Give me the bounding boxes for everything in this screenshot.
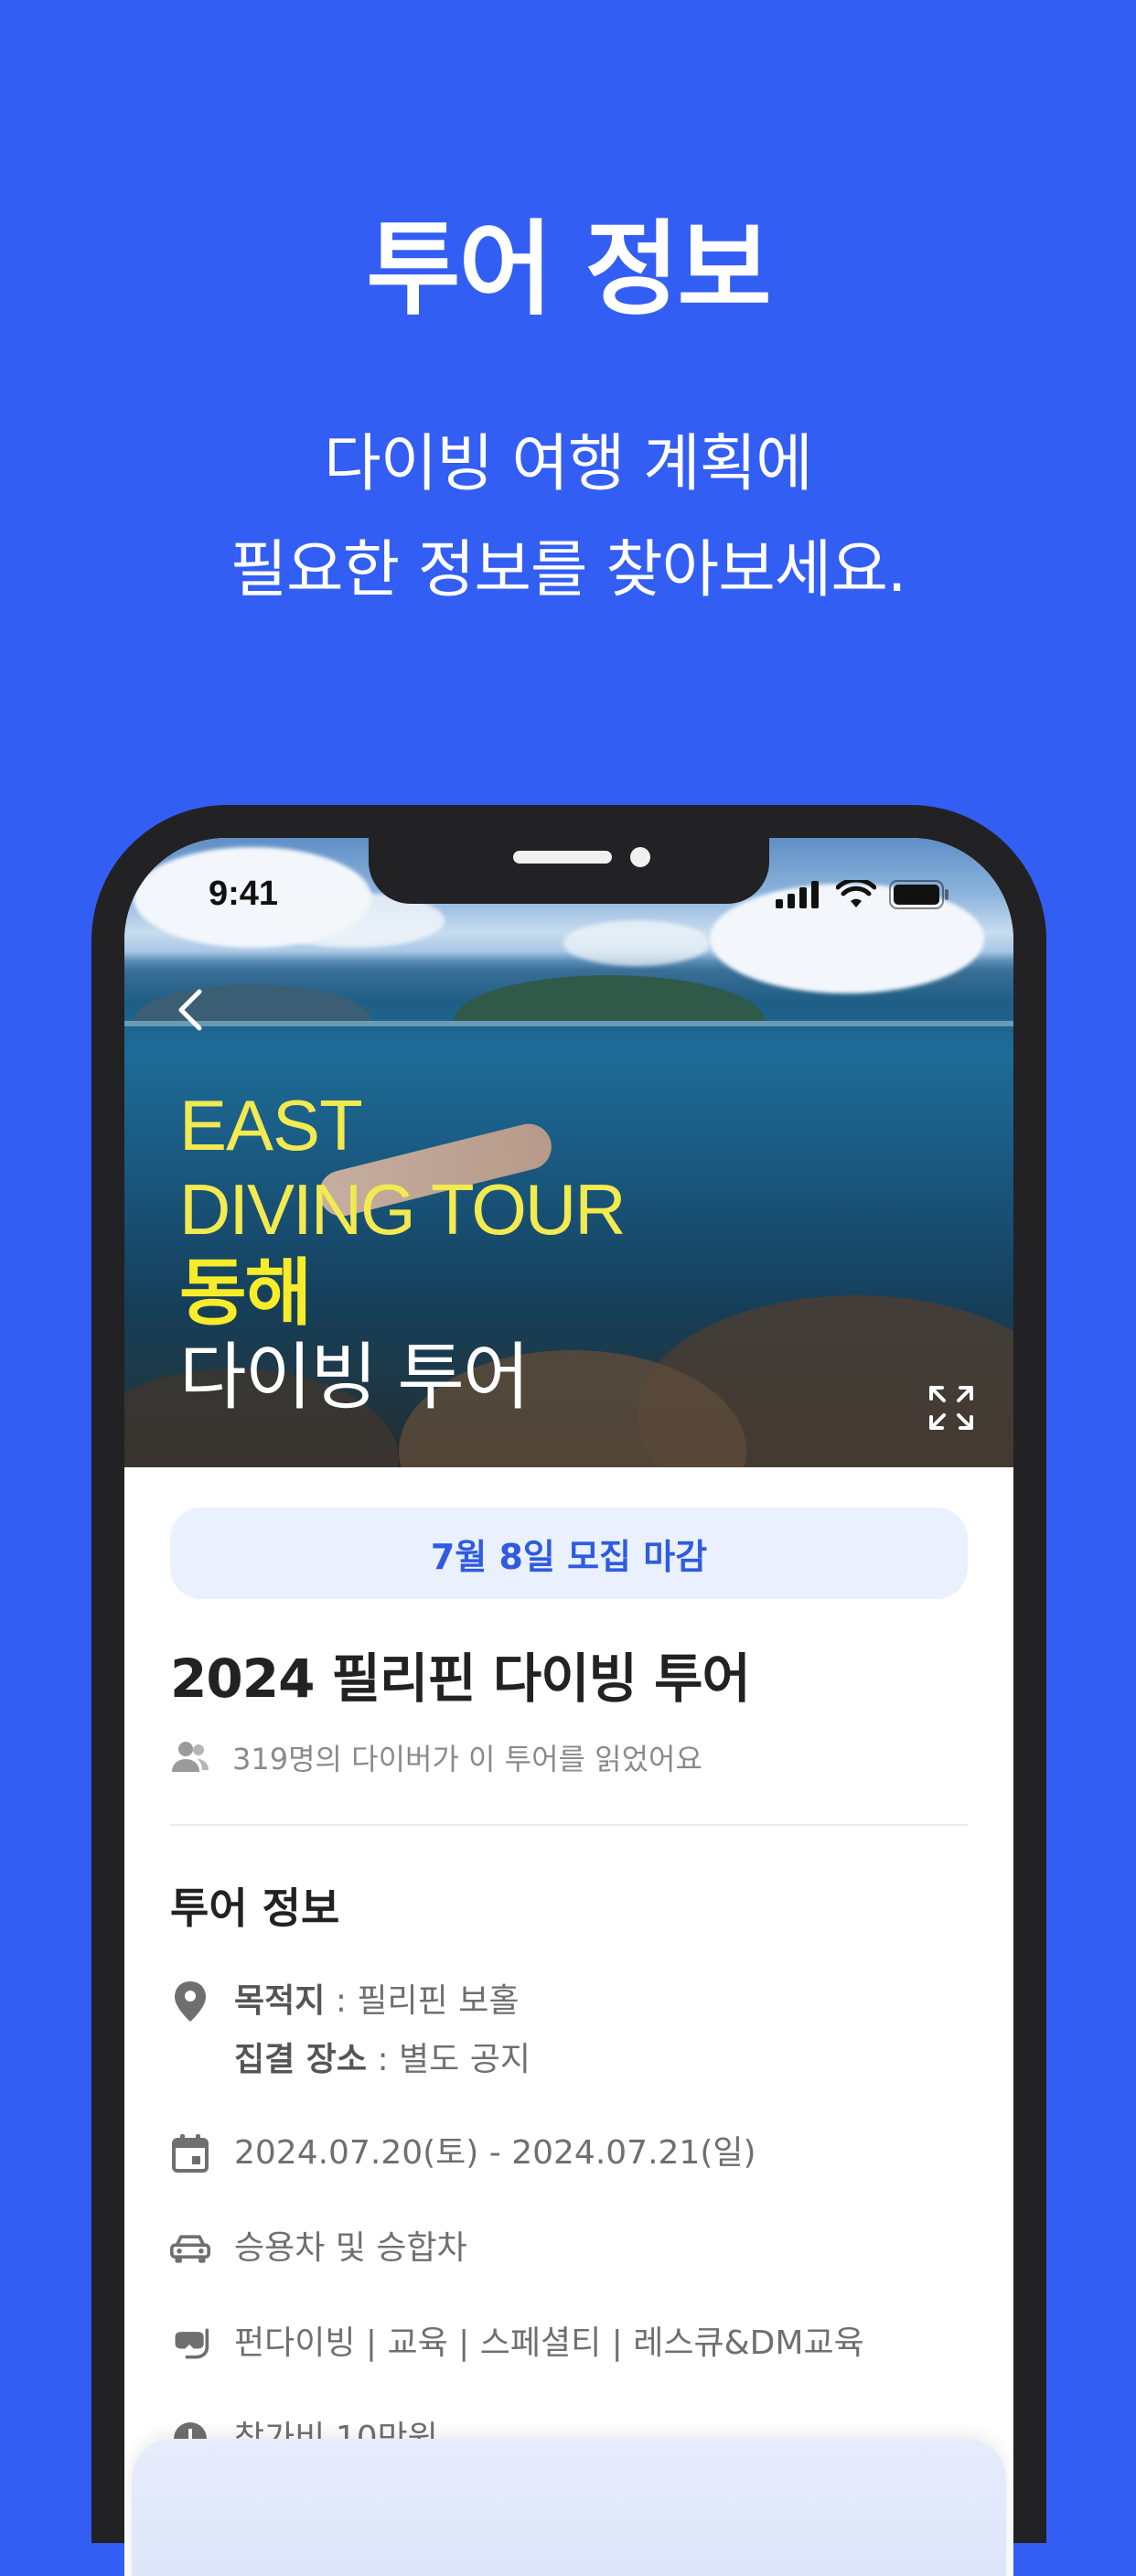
hero-line-diving-tour-ko: 다이빙 투어 xyxy=(179,1335,530,1420)
transport-row: 승용차 및 승합차 xyxy=(170,2219,968,2278)
tour-detail: 7월 8일 모집 마감 2024 필리핀 다이빙 투어 319명의 다이버가 이… xyxy=(170,1467,968,2468)
status-time: 9:41 xyxy=(209,875,279,913)
phone-notch xyxy=(369,838,769,904)
page-title: 투어 정보 xyxy=(366,210,771,329)
phone-frame: 9:41 EAST DIVING TOUR 동해 다이빙 투어 7월 8일 모집… xyxy=(91,805,1046,2576)
program-text: 펀다이빙 | 교육 | 스페셜티 | 레스큐&DM교육 xyxy=(234,2324,864,2362)
readers-count: 319명의 다이버가 이 투어를 읽었어요 xyxy=(170,1736,968,1778)
date-row: 2024.07.20(토) - 2024.07.21(일) xyxy=(170,2124,968,2183)
diving-mask-icon xyxy=(170,2314,210,2373)
readers-text: 319명의 다이버가 이 투어를 읽었어요 xyxy=(232,1742,702,1776)
waterline xyxy=(124,1021,1013,1026)
subtitle-line-2: 필요한 정보를 찾아보세요. xyxy=(230,534,906,606)
hero-line-diving-tour: DIVING TOUR xyxy=(179,1169,627,1250)
hero-line-east: EAST xyxy=(179,1085,363,1165)
expand-icon[interactable] xyxy=(926,1382,977,1433)
phone-screen: 9:41 EAST DIVING TOUR 동해 다이빙 투어 7월 8일 모집… xyxy=(124,838,1013,2576)
location-pin-icon xyxy=(170,1972,210,2031)
destination-label: 목적지 xyxy=(234,1982,326,2020)
divider xyxy=(170,1824,968,1826)
meeting-line: 집결 장소 : 별도 공지 xyxy=(234,2031,530,2089)
transport-text: 승용차 및 승합차 xyxy=(234,2229,467,2267)
signal-icon xyxy=(776,881,819,908)
destination-line: 목적지 : 필리핀 보홀 xyxy=(234,1972,530,2031)
calendar-icon xyxy=(170,2124,210,2183)
deadline-badge: 7월 8일 모집 마감 xyxy=(170,1508,968,1599)
page-subtitle: 다이빙 여행 계획에 필요한 정보를 찾아보세요. xyxy=(0,412,1136,624)
hero-caption: EAST DIVING TOUR 동해 다이빙 투어 xyxy=(179,1083,627,1420)
subtitle-line-1: 다이빙 여행 계획에 xyxy=(324,428,813,500)
speaker-grille xyxy=(513,851,612,864)
status-icons xyxy=(776,880,949,909)
hero-image: 9:41 EAST DIVING TOUR 동해 다이빙 투어 xyxy=(124,838,1013,1467)
battery-icon xyxy=(889,880,948,909)
tour-title: 2024 필리핀 다이빙 투어 xyxy=(170,1648,751,1710)
back-arrow-icon[interactable] xyxy=(168,984,220,1036)
tour-dates: 2024.07.20(토) - 2024.07.21(일) xyxy=(234,2134,756,2172)
program-row: 펀다이빙 | 교육 | 스페셜티 | 레스큐&DM교육 xyxy=(170,2314,968,2373)
bottom-sheet xyxy=(132,2439,1006,2576)
wifi-icon xyxy=(836,880,876,907)
section-title: 투어 정보 xyxy=(170,1884,340,1933)
mountain xyxy=(454,975,765,1021)
location-row: 목적지 : 필리핀 보홀 집결 장소 : 별도 공지 xyxy=(170,1972,968,2089)
front-camera xyxy=(630,847,650,867)
hero-line-donghae: 동해 xyxy=(179,1250,312,1336)
meeting-label: 집결 장소 xyxy=(234,2041,368,2078)
meeting-value: : 별도 공지 xyxy=(367,2041,530,2078)
destination-value: : 필리핀 보홀 xyxy=(325,1982,520,2020)
cloud xyxy=(563,920,710,966)
car-icon xyxy=(170,2219,210,2278)
people-icon xyxy=(172,1742,209,1772)
